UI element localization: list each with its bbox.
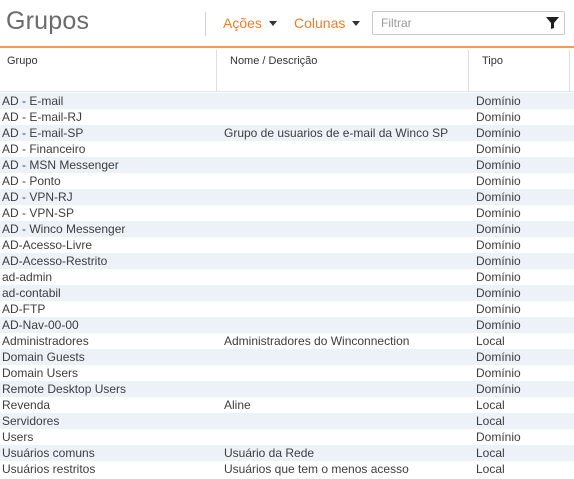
cell-group: ad-admin: [2, 270, 53, 284]
cell-type: Domínio: [476, 286, 521, 300]
table-row[interactable]: AD - E-mail-SP Grupo de usuarios de e-mai…: [0, 125, 574, 141]
table-row[interactable]: AD - MSN Messenger Domínio: [0, 157, 574, 173]
cell-type: Local: [476, 334, 505, 348]
cell-type: Domínio: [476, 270, 521, 284]
table-row[interactable]: AD - E-mail-RJ Domínio: [0, 109, 574, 125]
cell-type: Domínio: [476, 366, 521, 380]
cell-group: Users: [2, 430, 34, 444]
cell-type: Domínio: [476, 190, 521, 204]
cell-group: AD - E-mail-SP: [2, 126, 84, 140]
cell-type: Domínio: [476, 222, 521, 236]
cell-group: AD - VPN-RJ: [2, 190, 73, 204]
column-header-type[interactable]: Tipo: [468, 50, 570, 92]
cell-type: Domínio: [476, 350, 521, 364]
actions-menu-label: Ações: [223, 15, 262, 31]
cell-type: Local: [476, 462, 505, 476]
cell-type: Domínio: [476, 142, 521, 156]
cell-group: AD - MSN Messenger: [2, 158, 119, 172]
table-header: Grupo Nome / Descrição Tipo: [0, 50, 574, 92]
filter-box: [372, 11, 565, 35]
cell-type: Domínio: [476, 254, 521, 268]
funnel-icon[interactable]: [546, 17, 559, 29]
table-row[interactable]: AD - Winco Messenger Domínio: [0, 221, 574, 237]
filter-input[interactable]: [373, 12, 538, 34]
cell-group: Domain Users: [2, 366, 79, 380]
cell-group: AD-Acesso-Restrito: [2, 254, 108, 268]
table-row[interactable]: Servidores Local: [0, 413, 574, 429]
cell-type: Domínio: [476, 94, 521, 108]
cell-type: Domínio: [476, 382, 521, 396]
cell-group: ad-contabil: [2, 286, 61, 300]
table-row[interactable]: AD - Financeiro Domínio: [0, 141, 574, 157]
table-row[interactable]: AD-Acesso-Restrito Domínio: [0, 253, 574, 269]
cell-description: Usuário da Rede: [224, 446, 315, 460]
cell-type: Domínio: [476, 318, 521, 332]
table-row[interactable]: Remote Desktop Users Domínio: [0, 381, 574, 397]
cell-type: Local: [476, 446, 505, 460]
table-row[interactable]: AD-Nav-00-00 Domínio: [0, 317, 574, 333]
cell-type: Domínio: [476, 302, 521, 316]
cell-group: Administradores: [2, 334, 89, 348]
table-row[interactable]: AD - VPN-RJ Domínio: [0, 189, 574, 205]
table-row[interactable]: Domain Users Domínio: [0, 365, 574, 381]
cell-group: AD - VPN-SP: [2, 206, 75, 220]
cell-type: Domínio: [476, 174, 521, 188]
cell-group: Servidores: [2, 414, 60, 428]
top-toolbar: Grupos Ações Colunas: [0, 0, 574, 48]
table-row[interactable]: Usuários comuns Usuário da Rede Local: [0, 445, 574, 461]
table-row[interactable]: Revenda Aline Local: [0, 397, 574, 413]
cell-description: Aline: [224, 398, 251, 412]
cell-type: Domínio: [476, 430, 521, 444]
cell-type: Local: [476, 398, 505, 412]
table-row[interactable]: Administradores Administradores do Wincon…: [0, 333, 574, 349]
table-row[interactable]: AD - VPN-SP Domínio: [0, 205, 574, 221]
table-row[interactable]: AD-Acesso-Livre Domínio: [0, 237, 574, 253]
table-row[interactable]: AD-FTP Domínio: [0, 301, 574, 317]
cell-type: Domínio: [476, 206, 521, 220]
column-header-group[interactable]: Grupo: [7, 50, 215, 92]
column-header-name[interactable]: Nome / Descrição: [216, 50, 468, 92]
cell-group: Revenda: [2, 398, 51, 412]
cell-description: Administradores do Winconnection: [224, 334, 410, 348]
cell-description: Grupo de usuarios de e-mail da Winco SP: [224, 126, 449, 140]
table-row[interactable]: AD - Ponto Domínio: [0, 173, 574, 189]
columns-menu-label: Colunas: [294, 15, 346, 31]
cell-type: Domínio: [476, 126, 521, 140]
cell-type: Domínio: [476, 158, 521, 172]
columns-menu-button[interactable]: Colunas: [294, 15, 361, 31]
table-row[interactable]: ad-contabil Domínio: [0, 285, 574, 301]
cell-group: AD - Winco Messenger: [2, 222, 126, 236]
cell-group: AD - Financeiro: [2, 142, 86, 156]
cell-group: AD - E-mail: [2, 94, 64, 108]
table-row[interactable]: Domain Guests Domínio: [0, 349, 574, 365]
cell-group: Usuários comuns: [2, 446, 95, 460]
cell-group: Remote Desktop Users: [2, 382, 127, 396]
cell-group: AD-FTP: [2, 302, 46, 316]
table-row[interactable]: Users Domínio: [0, 429, 574, 445]
cell-group: AD - Ponto: [2, 174, 61, 188]
cell-type: Domínio: [476, 110, 521, 124]
cell-group: Usuários restritos: [2, 462, 96, 476]
cell-type: Local: [476, 414, 505, 428]
cell-type: Domínio: [476, 238, 521, 252]
table-row[interactable]: AD - E-mail Domínio: [0, 93, 574, 109]
caret-down-icon: [268, 21, 277, 26]
toolbar-divider: [205, 12, 206, 36]
cell-group: AD-Nav-00-00: [2, 318, 79, 332]
table-row[interactable]: Usuários restritos Usuários que tem o men…: [0, 461, 574, 477]
page-title: Grupos: [6, 7, 90, 35]
table-body: AD - E-mail Domínio AD - E-mail-RJ Domínio A…: [0, 93, 574, 477]
actions-menu-button[interactable]: Ações: [223, 15, 277, 31]
cell-description: Usuários que tem o menos acesso: [224, 462, 409, 476]
cell-group: AD - E-mail-RJ: [2, 110, 82, 124]
cell-group: AD-Acesso-Livre: [2, 238, 93, 252]
caret-down-icon: [352, 21, 361, 26]
table-row[interactable]: ad-admin Domínio: [0, 269, 574, 285]
cell-group: Domain Guests: [2, 350, 85, 364]
